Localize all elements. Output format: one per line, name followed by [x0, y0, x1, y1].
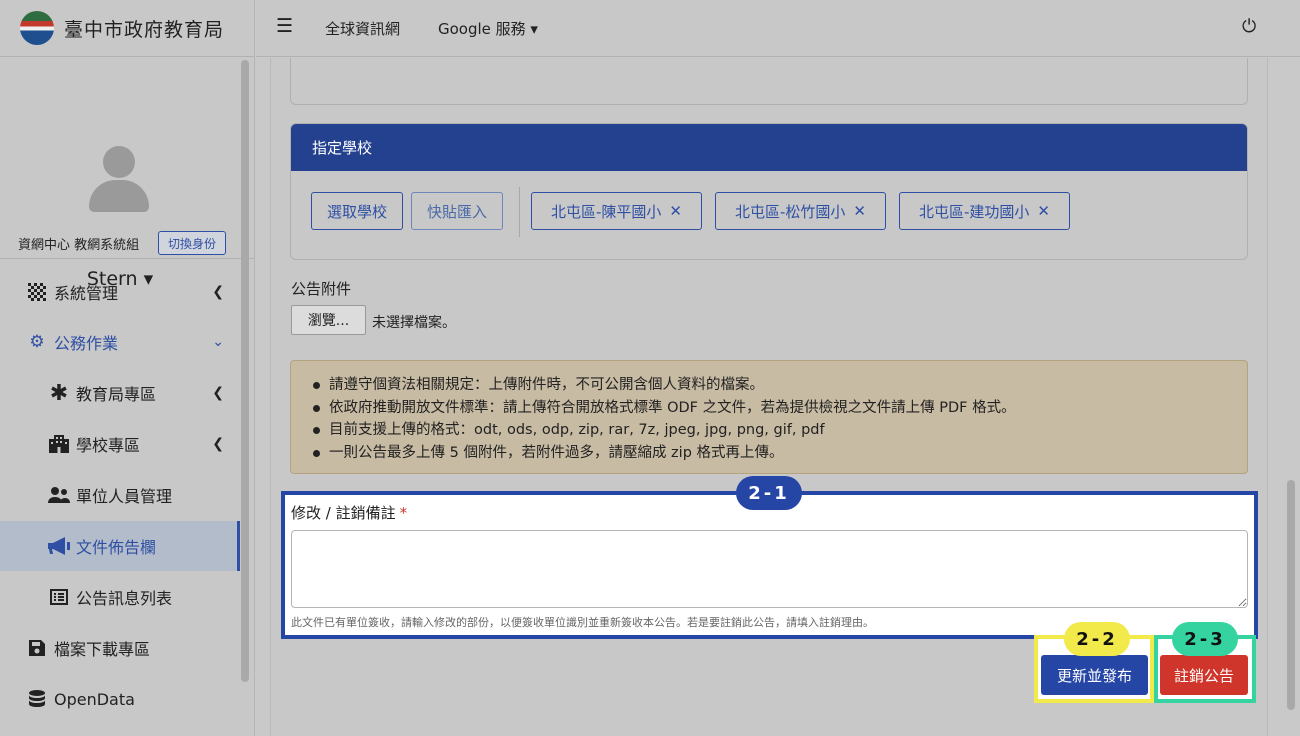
menu-toggle-icon[interactable]: ☰ — [276, 15, 293, 37]
user-panel: 資網中心 教網系統組 切換身份 Stern ▾ — [0, 57, 254, 290]
checkerboard-icon — [26, 282, 48, 302]
step-badge: 2-2 — [1064, 622, 1130, 656]
users-icon — [48, 485, 70, 505]
nav-label: 公告訊息列表 — [76, 589, 173, 608]
school-tag-label: 北屯區-建功國小 — [919, 202, 1030, 221]
select-school-button[interactable]: 選取學校 — [311, 192, 403, 230]
switch-identity-button[interactable]: 切換身份 — [158, 231, 226, 255]
memo-label: 修改 / 註銷備註 * — [291, 502, 407, 523]
quick-paste-import-button[interactable]: 快貼匯入 — [411, 192, 503, 230]
nav-label: 系統管理 — [54, 284, 119, 303]
nav-notice-list[interactable]: 公告訊息列表 — [0, 572, 240, 622]
sidebar-scrollbar[interactable] — [241, 60, 249, 682]
no-file-selected-text: 未選擇檔案。 — [372, 315, 456, 331]
attachment-label: 公告附件 — [291, 280, 352, 298]
school-tag-label: 北屯區-陳平國小 — [551, 202, 662, 221]
nav-staff-management[interactable]: 單位人員管理 — [0, 470, 240, 520]
building-icon — [48, 434, 70, 454]
nav-label: 教育局專區 — [76, 385, 157, 404]
database-icon — [26, 689, 48, 709]
divider — [519, 187, 520, 237]
nav-label: 檔案下載專區 — [54, 640, 151, 659]
chevron-left-icon: ❮ — [212, 284, 224, 300]
nav-label: 公務作業 — [54, 334, 119, 353]
main-scrollbar[interactable] — [1287, 480, 1295, 710]
memo-label-text: 修改 / 註銷備註 — [291, 504, 396, 522]
previous-card — [290, 58, 1248, 105]
remove-icon[interactable]: ✕ — [853, 202, 866, 220]
google-services-dropdown[interactable]: Google 服務 ▾ — [438, 18, 538, 39]
memo-help-text: 此文件已有單位簽收，請輸入修改的部份，以便簽收單位識別並重新簽收本公告。若是要註… — [291, 616, 874, 629]
asterisk-icon: ✱ — [49, 380, 69, 406]
nav-office-work[interactable]: ⚙ 公務作業 ⌄ — [0, 317, 240, 367]
memo-textarea[interactable] — [291, 530, 1248, 608]
global-website-link[interactable]: 全球資訊網 — [325, 18, 400, 39]
brand[interactable]: 臺中市政府教育局 — [0, 0, 254, 57]
nav-label: OpenData — [54, 689, 135, 709]
chevron-left-icon: ❮ — [212, 436, 224, 452]
browse-file-button[interactable]: 瀏覽... — [291, 305, 366, 335]
notice-item: 請遵守個資法相關規定：上傳附件時，不可公開含個人資料的檔案。 — [313, 374, 1247, 397]
nav-label: 單位人員管理 — [76, 487, 173, 506]
school-tag-label: 北屯區-松竹國小 — [735, 202, 846, 221]
gears-icon: ⚙ — [29, 332, 45, 352]
school-tag[interactable]: 北屯區-松竹國小 ✕ — [715, 192, 886, 230]
nav-label: 文件佈告欄 — [76, 538, 157, 557]
nav-opendata[interactable]: OpenData — [0, 674, 240, 724]
revoke-notice-button[interactable]: 註銷公告 — [1160, 655, 1248, 695]
floppy-disk-icon — [26, 638, 48, 658]
school-tag[interactable]: 北屯區-陳平國小 ✕ — [531, 192, 702, 230]
user-unit: 資網中心 教網系統組 — [18, 238, 140, 253]
nav-school-zone[interactable]: 學校專區 ❮ — [0, 419, 240, 469]
top-navbar: ☰ 全球資訊網 Google 服務 ▾ ⏻ — [256, 0, 1300, 57]
avatar — [89, 142, 149, 212]
megaphone-icon — [48, 536, 70, 556]
remove-icon[interactable]: ✕ — [669, 202, 682, 220]
assigned-school-header: 指定學校 — [291, 124, 1247, 171]
school-tag[interactable]: 北屯區-建功國小 ✕ — [899, 192, 1070, 230]
notice-item: 依政府推動開放文件標準：請上傳符合開放格式標準 ODF 之文件，若為提供檢視之文… — [313, 397, 1247, 420]
upload-notice-box: 請遵守個資法相關規定：上傳附件時，不可公開含個人資料的檔案。 依政府推動開放文件… — [290, 360, 1248, 474]
nav-document-board[interactable]: 文件佈告欄 — [0, 521, 240, 571]
nav-file-download[interactable]: 檔案下載專區 — [0, 623, 240, 673]
nav-label: 學校專區 — [76, 436, 141, 455]
chevron-left-icon: ❮ — [212, 385, 224, 401]
brand-name: 臺中市政府教育局 — [64, 18, 225, 41]
notice-item: 一則公告最多上傳 5 個附件，若附件過多，請壓縮成 zip 格式再上傳。 — [313, 442, 1247, 465]
list-icon — [48, 587, 70, 607]
nav-system-management[interactable]: 系統管理 ❮ — [0, 267, 240, 317]
step-badge: 2-1 — [736, 476, 802, 510]
remove-icon[interactable]: ✕ — [1037, 202, 1050, 220]
step-badge: 2-3 — [1172, 622, 1238, 656]
notice-item: 目前支援上傳的格式：odt, ods, odp, zip, rar, 7z, j… — [313, 419, 1247, 442]
brand-logo-icon — [20, 11, 54, 45]
update-and-publish-button[interactable]: 更新並發布 — [1041, 655, 1148, 695]
power-icon[interactable]: ⏻ — [1242, 16, 1256, 37]
required-marker: * — [399, 504, 408, 522]
nav-edu-zone[interactable]: ✱ 教育局專區 ❮ — [0, 368, 240, 418]
sidebar: 臺中市政府教育局 資網中心 教網系統組 切換身份 Stern ▾ 系統管理 ❮ … — [0, 0, 255, 736]
chevron-down-icon: ⌄ — [212, 334, 224, 350]
